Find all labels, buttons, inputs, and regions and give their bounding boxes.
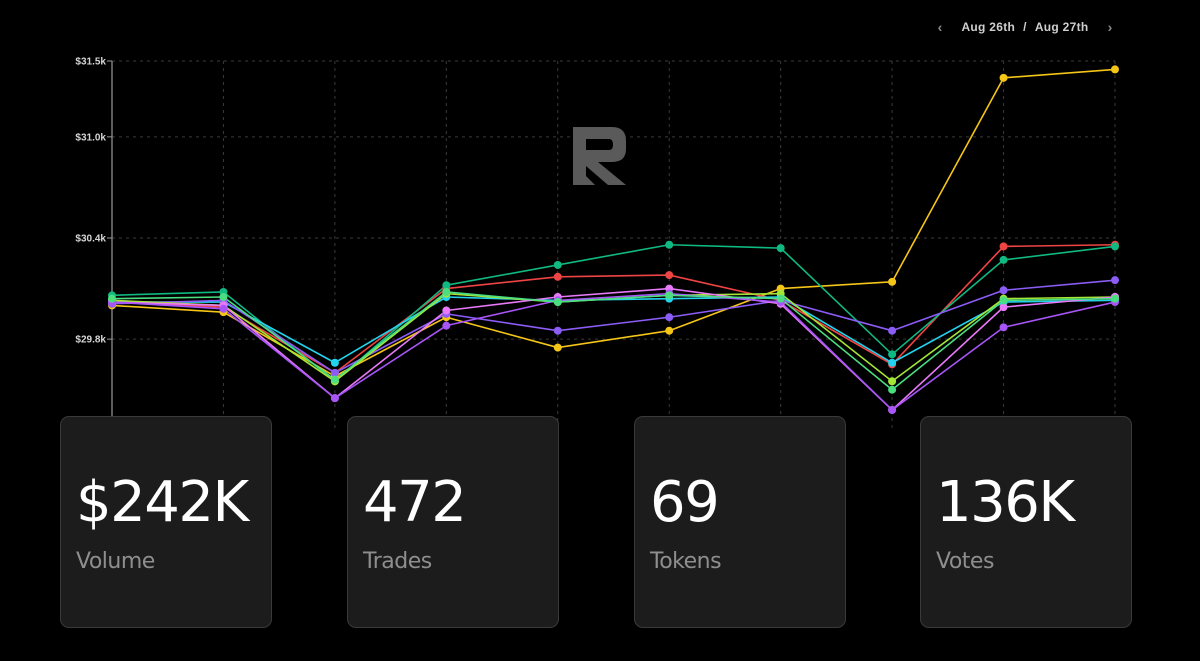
data-point bbox=[665, 326, 674, 335]
data-point bbox=[888, 377, 897, 386]
data-point bbox=[442, 287, 451, 296]
r-logo-icon bbox=[573, 127, 626, 185]
stat-value: $242K bbox=[76, 470, 249, 535]
stat-card-votes: 136K Votes bbox=[920, 416, 1132, 628]
data-point bbox=[888, 385, 897, 394]
stat-label: Tokens bbox=[650, 549, 722, 574]
chart-series bbox=[108, 65, 1119, 414]
date-start: Aug 26th bbox=[961, 20, 1016, 34]
data-point bbox=[999, 286, 1008, 295]
data-point bbox=[776, 244, 785, 253]
data-point bbox=[999, 296, 1008, 305]
data-point bbox=[999, 242, 1008, 251]
series-line-3 bbox=[111, 243, 1116, 383]
data-point bbox=[553, 260, 562, 269]
y-axis-ticks: $29.8k $30.4k $31.0k $31.5k bbox=[75, 57, 112, 346]
series-line-2 bbox=[111, 243, 1116, 374]
data-point bbox=[888, 350, 897, 359]
date-end: Aug 27th bbox=[1034, 20, 1089, 34]
series-line-7 bbox=[111, 287, 1116, 411]
chart-grid bbox=[111, 60, 1116, 428]
data-point bbox=[665, 240, 674, 249]
data-point bbox=[665, 291, 674, 300]
data-point bbox=[999, 255, 1008, 264]
stat-value: 136K bbox=[936, 470, 1075, 535]
stat-label: Volume bbox=[76, 549, 155, 574]
stat-value: 472 bbox=[363, 470, 467, 535]
chevron-left-icon[interactable]: ‹ bbox=[930, 19, 950, 35]
data-point bbox=[219, 293, 228, 301]
data-point bbox=[1111, 294, 1119, 303]
date-range-nav: ‹ Aug 26th / Aug 27th › bbox=[930, 18, 1120, 36]
data-point bbox=[330, 375, 339, 384]
data-point bbox=[1111, 276, 1119, 285]
y-tick-label: $29.8k bbox=[75, 335, 106, 346]
stat-card-volume: $242K Volume bbox=[60, 416, 272, 628]
data-point bbox=[999, 73, 1008, 82]
series-line-8 bbox=[111, 292, 1116, 411]
y-tick-label: $30.4k bbox=[75, 234, 106, 245]
data-point bbox=[665, 313, 674, 322]
data-point bbox=[553, 326, 562, 335]
data-point bbox=[553, 343, 562, 352]
data-point bbox=[330, 394, 339, 403]
data-point bbox=[442, 321, 451, 330]
data-point bbox=[888, 277, 897, 286]
data-point bbox=[553, 298, 562, 307]
data-point bbox=[442, 306, 451, 315]
data-point bbox=[108, 294, 116, 303]
stat-card-trades: 472 Trades bbox=[347, 416, 559, 628]
data-point bbox=[776, 294, 785, 303]
data-point bbox=[1111, 242, 1119, 251]
data-point bbox=[665, 271, 674, 280]
stat-label: Votes bbox=[936, 549, 994, 574]
data-point bbox=[1111, 65, 1119, 74]
stat-value: 69 bbox=[650, 470, 720, 535]
data-point bbox=[888, 326, 897, 335]
chevron-right-icon[interactable]: › bbox=[1100, 19, 1120, 35]
date-range: Aug 26th / Aug 27th bbox=[961, 20, 1088, 34]
data-point bbox=[219, 304, 228, 313]
data-point bbox=[330, 358, 339, 367]
date-separator: / bbox=[1023, 20, 1027, 34]
stat-label: Trades bbox=[363, 549, 432, 574]
stat-card-tokens: 69 Tokens bbox=[634, 416, 846, 628]
data-point bbox=[999, 323, 1008, 332]
data-point bbox=[888, 358, 897, 367]
data-point bbox=[553, 272, 562, 281]
y-tick-label: $31.5k bbox=[75, 57, 106, 68]
y-tick-label: $31.0k bbox=[75, 132, 106, 143]
data-point bbox=[888, 405, 897, 414]
